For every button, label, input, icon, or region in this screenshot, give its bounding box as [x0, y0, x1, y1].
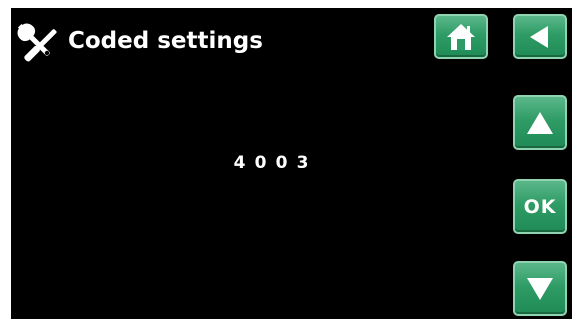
code-display: 4 0 0 3 — [191, 148, 351, 178]
page-title: Coded settings — [68, 28, 263, 54]
coded-settings-screen: Coded settings 4 0 0 3 OK — [11, 8, 572, 319]
ok-button[interactable]: OK — [513, 179, 567, 234]
code-digit-4[interactable]: 3 — [292, 153, 313, 173]
down-arrow-icon — [527, 277, 553, 300]
ok-button-label: OK — [523, 195, 557, 218]
title-bar: Coded settings — [11, 8, 411, 68]
back-arrow-icon — [530, 25, 548, 48]
code-digit-2[interactable]: 0 — [250, 153, 271, 173]
code-digit-3[interactable]: 0 — [271, 153, 292, 173]
up-arrow-icon — [527, 111, 553, 134]
back-button[interactable] — [513, 14, 567, 59]
down-button[interactable] — [513, 261, 567, 316]
tools-icon — [17, 23, 57, 62]
home-button[interactable] — [434, 14, 488, 59]
home-icon — [447, 23, 475, 50]
up-button[interactable] — [513, 95, 567, 150]
code-digit-1[interactable]: 4 — [229, 153, 250, 173]
